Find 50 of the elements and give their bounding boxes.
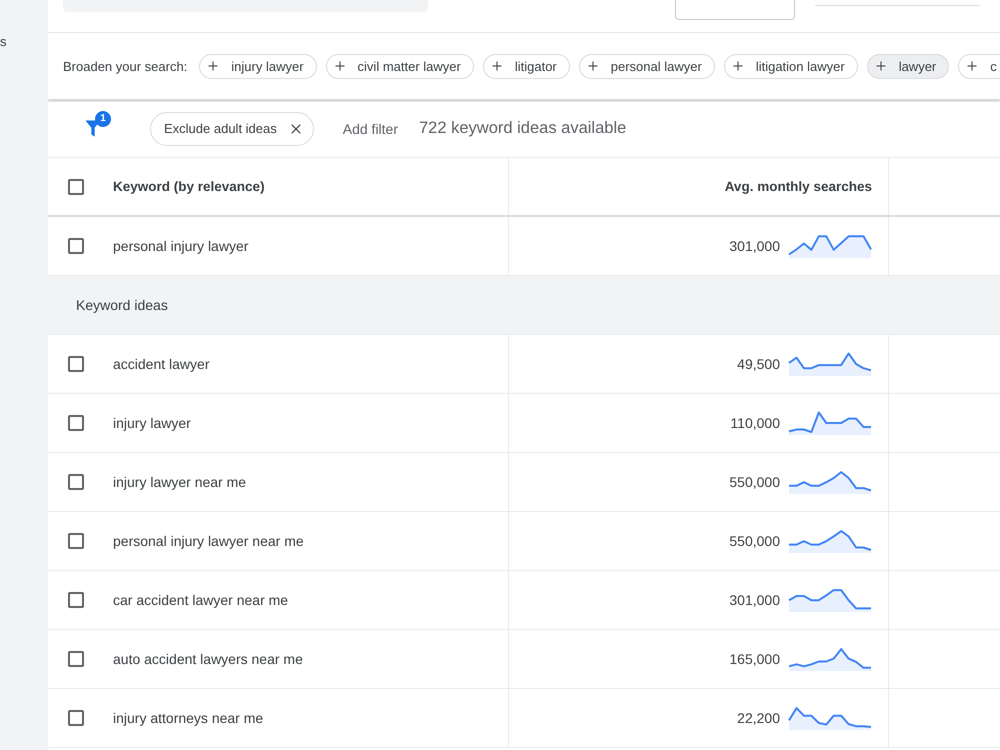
keyword-text: auto accident lawyers near me [113,651,303,667]
row-checkbox[interactable] [68,533,84,549]
input-field[interactable] [815,3,980,6]
row-checkbox[interactable] [68,415,84,431]
suggestion-chip[interactable]: injury lawyer [199,54,317,78]
sidebar-item[interactable]: s [0,34,48,50]
row-checkbox[interactable] [68,710,84,726]
column-header[interactable]: Keyword (by relevance) [113,179,265,194]
keyword-text: injury lawyer [113,415,191,431]
add-filter-button[interactable]: Add filter [342,120,398,136]
dropdown-field[interactable] [675,0,795,20]
suggestion-chip[interactable]: litigator [482,54,570,78]
keyword-text: injury lawyer near me [113,474,246,490]
plus-icon [586,59,600,73]
keyword-text: personal injury lawyer [113,238,248,254]
row-checkbox[interactable] [68,356,84,372]
broaden-search-label: Broaden your search: [63,58,188,74]
plus-icon [730,59,745,73]
suggestion-chip[interactable]: litigation lawyer [724,54,858,78]
search-volume-text: 550,000 [729,474,780,490]
suggestion-chip[interactable]: personal lawyer [578,54,715,78]
row-checkbox[interactable] [68,474,84,490]
plus-icon [874,59,888,73]
row-checkbox[interactable] [68,651,84,667]
filter-count-badge: 1 [95,111,111,127]
results-count-text: 722 keyword ideas available [419,119,626,138]
keyword-text: car accident lawyer near me [113,592,288,608]
column-header[interactable]: Avg. monthly searches [724,179,872,194]
search-volume-text: 301,000 [729,592,780,608]
search-volume-text: 110,000 [730,415,780,431]
suggestion-chip[interactable]: civil matter lawyer [326,54,474,78]
row-checkbox[interactable] [68,592,84,608]
group-header-row: Keyword ideas [48,276,1000,335]
suggestion-chip[interactable]: lawyer [866,54,950,78]
plus-icon [206,59,220,73]
search-volume-text: 550,000 [729,533,780,549]
search-volume-text: 49,500 [737,356,780,372]
search-volume-text: 22,200 [737,710,780,726]
plus-icon [965,59,980,73]
suggestion-chip[interactable]: c [958,54,1000,78]
keyword-text: injury attorneys near me [113,710,264,726]
select-all-checkbox[interactable] [68,178,84,194]
search-volume-text: 301,000 [729,238,780,254]
plus-icon [490,59,504,73]
keyword-text: accident lawyer [113,356,210,372]
plus-icon [332,59,347,73]
keyword-text: personal injury lawyer near me [113,533,304,549]
search-volume-text: 165,000 [729,651,780,667]
row-checkbox[interactable] [68,238,84,254]
filter-chip[interactable]: Exclude adult ideas [150,112,314,146]
